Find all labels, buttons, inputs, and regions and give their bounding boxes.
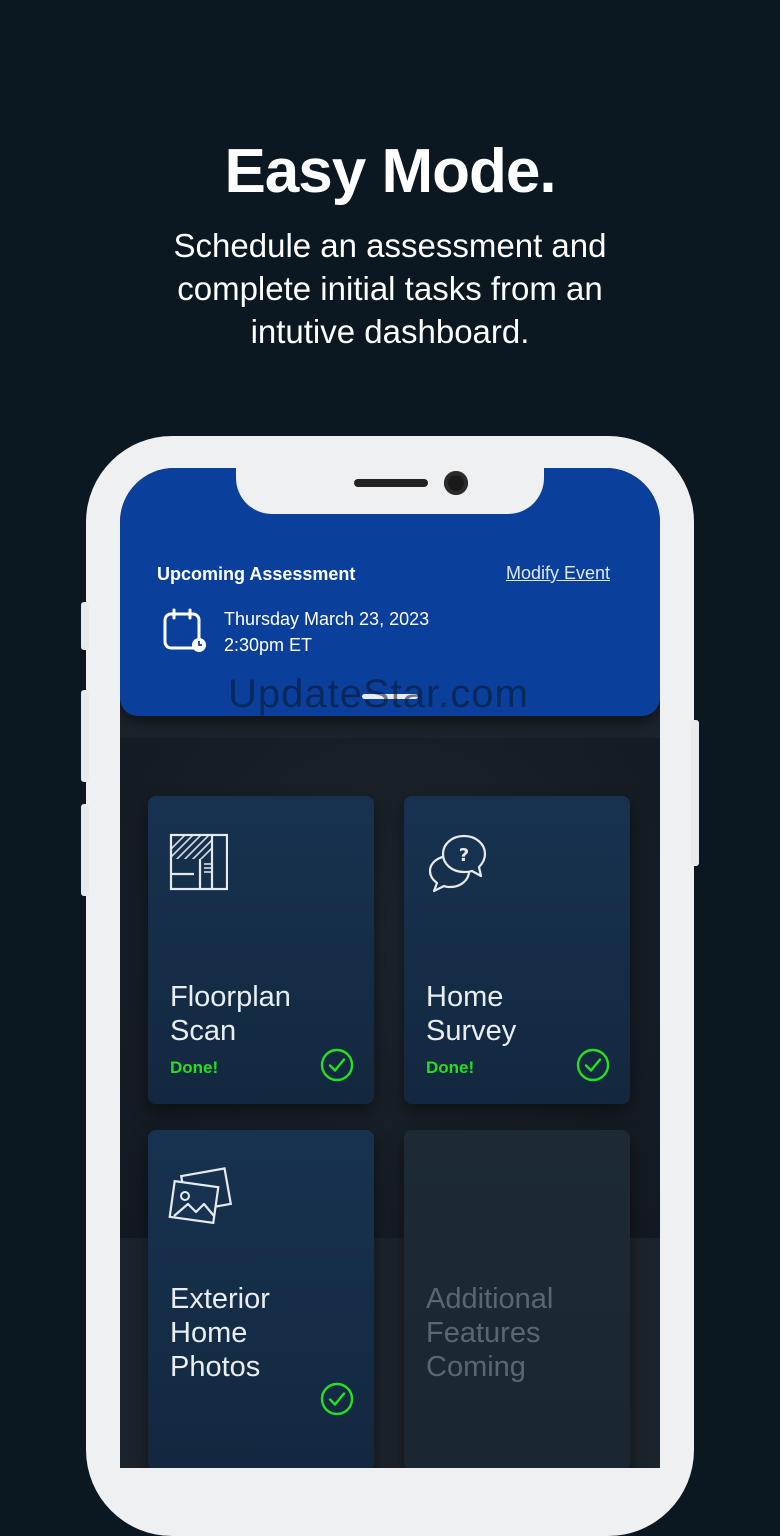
tile-floorplan-scan[interactable]: Floorplan Scan Done! [148,796,374,1104]
phone-screen: Upcoming Assessment Modify Event Thursda… [120,468,660,1468]
check-circle-icon [320,1382,354,1416]
tile-title: Home Survey [426,981,517,1047]
tile-status: Done! [170,1058,219,1077]
assessment-date: Thursday March 23, 2023 [224,609,430,629]
check-circle-icon [320,1048,354,1082]
modify-event-link[interactable]: Modify Event [506,563,610,584]
calendar-clock-icon [163,608,206,652]
phone-silent-switch [81,602,89,650]
phone-volume-up [81,690,89,782]
hero-subtitle: Schedule an assessment and complete init… [173,227,607,350]
tile-title: Additional Features Coming [426,1283,554,1383]
floorplan-icon [169,833,228,891]
phone-power-button [691,720,699,866]
tile-title: Floorplan Scan [170,981,291,1047]
check-circle-icon [576,1048,610,1082]
phone-volume-down [81,804,89,896]
speaker-grille [354,479,428,487]
svg-text:?: ? [459,845,469,866]
tile-title: Exterior Home Photos [170,1283,270,1383]
front-camera [444,471,468,495]
chat-question-icon: ? [428,834,487,893]
assessment-time: 2:30pm ET [224,635,313,655]
photos-icon [168,1167,233,1225]
tile-status: Done! [426,1058,475,1077]
phone-notch [236,436,544,514]
tile-additional-features: Additional Features Coming [404,1130,630,1468]
watermark-text: UpdateStar.com [228,672,529,716]
tile-home-survey[interactable]: ? Home Survey Done! [404,796,630,1104]
tile-exterior-home-photos[interactable]: Exterior Home Photos [148,1130,374,1468]
assessment-title: Upcoming Assessment [157,564,356,584]
hero-title: Easy Mode. [224,137,556,206]
